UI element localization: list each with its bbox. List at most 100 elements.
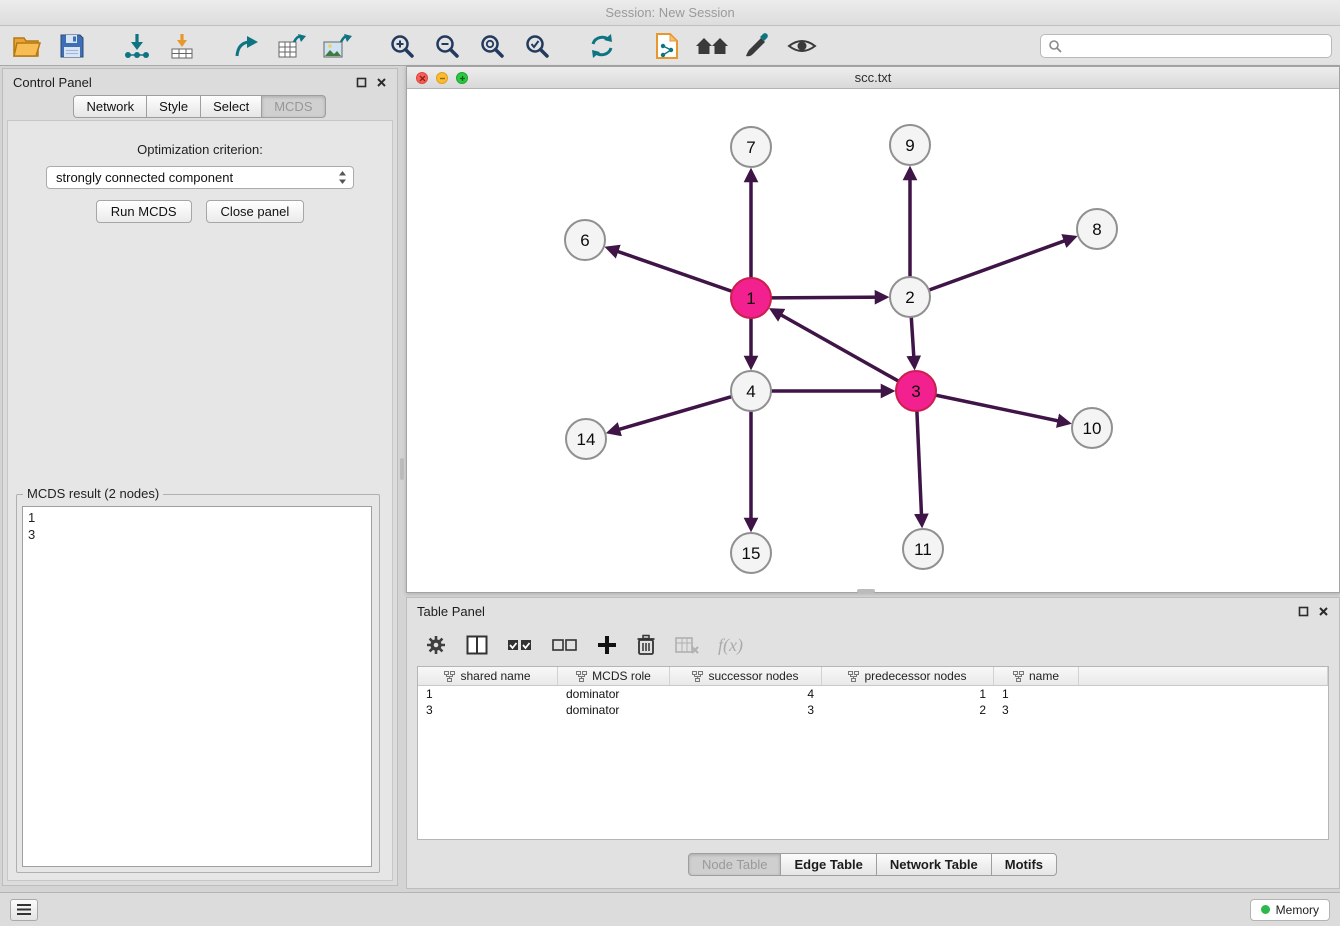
delete-button[interactable] xyxy=(636,634,656,656)
network-file-button[interactable] xyxy=(648,30,686,62)
node-9[interactable]: 9 xyxy=(890,125,930,165)
tab-motifs[interactable]: Motifs xyxy=(991,853,1057,876)
run-mcds-button[interactable]: Run MCDS xyxy=(96,200,192,223)
minimize-window-button[interactable] xyxy=(436,72,448,84)
edge-3-1[interactable] xyxy=(773,310,899,381)
node-15[interactable]: 15 xyxy=(731,533,771,573)
import-network-button[interactable] xyxy=(118,30,156,62)
open-session-button[interactable] xyxy=(8,30,46,62)
tab-select[interactable]: Select xyxy=(200,95,262,118)
zoom-fit-button[interactable] xyxy=(473,30,511,62)
float-panel-icon[interactable] xyxy=(356,77,367,88)
network-window-titlebar[interactable]: scc.txt xyxy=(407,67,1339,89)
node-6[interactable]: 6 xyxy=(565,220,605,260)
column-header-mcds-role[interactable]: MCDS role xyxy=(558,667,670,685)
zoom-out-button[interactable] xyxy=(428,30,466,62)
table-panel: Table Panel f(x) shared nameMCDS role xyxy=(406,597,1340,889)
select-all-button[interactable] xyxy=(507,636,533,654)
edge-2-3[interactable] xyxy=(911,317,914,366)
table-row[interactable]: 1dominator411 xyxy=(418,686,1328,702)
search-input[interactable] xyxy=(1067,38,1324,53)
tab-mcds[interactable]: MCDS xyxy=(261,95,325,118)
network-graph[interactable]: 7 9 6 8 1 2 4 3 14 10 15 11 xyxy=(407,89,1340,594)
zoom-selected-button[interactable] xyxy=(518,30,556,62)
export-table-button[interactable] xyxy=(273,30,311,62)
edge-1-6[interactable] xyxy=(609,248,733,291)
table-row[interactable]: 3dominator323 xyxy=(418,702,1328,718)
close-panel-button[interactable]: Close panel xyxy=(206,200,305,223)
edge-3-10[interactable] xyxy=(936,395,1068,423)
column-sort-icon xyxy=(1013,671,1024,682)
cell-shared-name: 1 xyxy=(418,687,558,701)
column-header-name[interactable]: name xyxy=(994,667,1079,685)
import-table-icon xyxy=(168,33,196,59)
trash-icon xyxy=(636,634,656,656)
zoom-in-icon xyxy=(389,33,415,59)
column-header-label: name xyxy=(1029,669,1059,683)
node-3[interactable]: 3 xyxy=(896,371,936,411)
table-settings-button[interactable] xyxy=(425,634,447,656)
column-header-filler xyxy=(1079,667,1328,685)
mcds-result-list[interactable]: 13 xyxy=(22,506,372,867)
svg-text:15: 15 xyxy=(742,544,761,563)
svg-text:11: 11 xyxy=(914,540,932,559)
window-titlebar[interactable]: Session: New Session xyxy=(0,0,1340,26)
cell-successor-nodes: 4 xyxy=(670,687,822,701)
tab-edge-table[interactable]: Edge Table xyxy=(780,853,876,876)
column-header-successor-nodes[interactable]: successor nodes xyxy=(670,667,822,685)
maximize-window-button[interactable] xyxy=(456,72,468,84)
edge-4-14[interactable] xyxy=(610,397,732,432)
zoom-in-button[interactable] xyxy=(383,30,421,62)
close-panel-icon[interactable] xyxy=(376,77,387,88)
splitter-handle-horizontal[interactable] xyxy=(857,589,875,593)
home-button[interactable] xyxy=(693,30,731,62)
close-window-button[interactable] xyxy=(416,72,428,84)
cell-mcds-role: dominator xyxy=(558,687,670,701)
svg-text:7: 7 xyxy=(746,138,755,157)
table-panel-tabs: Node TableEdge TableNetwork TableMotifs xyxy=(407,853,1339,876)
node-11[interactable]: 11 xyxy=(903,529,943,569)
apply-style-button[interactable] xyxy=(738,30,776,62)
criterion-dropdown[interactable]: strongly connected component xyxy=(46,166,354,189)
tab-network[interactable]: Network xyxy=(73,95,147,118)
export-image-button[interactable] xyxy=(318,30,356,62)
show-details-button[interactable] xyxy=(783,30,821,62)
edge-1-2[interactable] xyxy=(771,297,885,298)
node-10[interactable]: 10 xyxy=(1072,408,1112,448)
memory-button[interactable]: Memory xyxy=(1250,899,1330,921)
float-table-panel-icon[interactable] xyxy=(1298,606,1309,617)
deselect-all-button[interactable] xyxy=(552,636,578,654)
function-builder-button: f(x) xyxy=(718,635,743,656)
column-header-label: shared name xyxy=(460,669,530,683)
memory-button-label: Memory xyxy=(1276,903,1319,917)
control-panel-header: Control Panel xyxy=(3,69,397,95)
save-session-button[interactable] xyxy=(53,30,91,62)
tab-node-table[interactable]: Node Table xyxy=(688,853,782,876)
tab-style[interactable]: Style xyxy=(146,95,201,118)
node-4[interactable]: 4 xyxy=(731,371,771,411)
status-list-button[interactable] xyxy=(10,899,38,921)
tab-network-table[interactable]: Network Table xyxy=(876,853,992,876)
edge-2-8[interactable] xyxy=(929,238,1074,291)
column-header-predecessor-nodes[interactable]: predecessor nodes xyxy=(822,667,994,685)
add-button[interactable] xyxy=(597,635,617,655)
node-8[interactable]: 8 xyxy=(1077,209,1117,249)
splitter-handle-vertical[interactable] xyxy=(400,458,404,480)
close-table-panel-icon[interactable] xyxy=(1318,606,1329,617)
node-2[interactable]: 2 xyxy=(890,277,930,317)
cell-name: 3 xyxy=(994,703,1079,717)
edge-3-11[interactable] xyxy=(917,411,922,524)
refresh-icon xyxy=(588,33,616,59)
show-columns-button[interactable] xyxy=(466,635,488,655)
column-header-shared-name[interactable]: shared name xyxy=(418,667,558,685)
svg-text:9: 9 xyxy=(905,136,914,155)
search-field[interactable] xyxy=(1040,34,1332,58)
import-table-button[interactable] xyxy=(163,30,201,62)
node-14[interactable]: 14 xyxy=(566,419,606,459)
node-1[interactable]: 1 xyxy=(731,278,771,318)
refresh-layout-button[interactable] xyxy=(583,30,621,62)
export-network-button[interactable] xyxy=(228,30,266,62)
node-7[interactable]: 7 xyxy=(731,127,771,167)
mcds-result-title: MCDS result (2 nodes) xyxy=(23,486,163,501)
column-sort-icon xyxy=(692,671,703,682)
